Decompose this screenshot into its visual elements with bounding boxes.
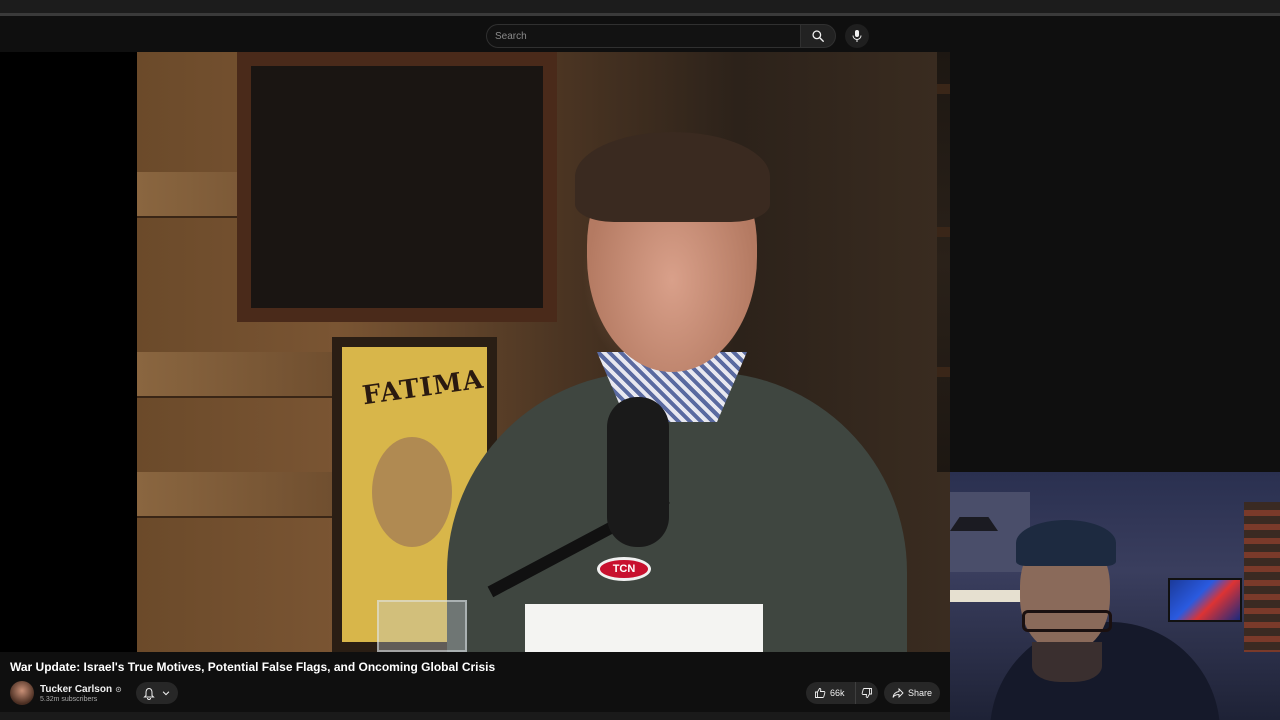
microphone-icon — [852, 30, 862, 42]
channel-row: Tucker Carlson ⊙ 5.32m subscribers — [10, 680, 178, 706]
thumbs-down-icon — [861, 688, 872, 698]
notifications-button[interactable] — [135, 682, 178, 704]
dislike-button[interactable] — [856, 682, 878, 704]
webcam-person-beard — [1032, 642, 1102, 682]
bottom-strip — [0, 712, 950, 720]
browser-top-strip — [0, 0, 1280, 16]
water-glass — [377, 600, 467, 652]
voice-search-button[interactable] — [845, 24, 869, 48]
search-bar — [486, 24, 836, 48]
webcam-person-body — [990, 622, 1220, 720]
share-button[interactable]: Share — [884, 682, 940, 704]
webcam-person-cap — [1016, 520, 1116, 566]
wall-plank — [137, 472, 347, 518]
paper-sheet — [525, 604, 763, 652]
webcam-tv — [1168, 578, 1242, 622]
share-icon — [892, 687, 904, 699]
video-frame: FATIMA TCN — [137, 52, 950, 652]
like-count: 66k — [830, 688, 845, 698]
subscriber-count: 5.32m subscribers — [40, 695, 98, 703]
verified-check-icon: ⊙ — [115, 684, 122, 694]
like-button[interactable]: 66k — [806, 682, 856, 704]
thumbs-up-icon — [815, 688, 826, 698]
host-hair — [575, 132, 770, 222]
webcam-person-glasses — [1022, 610, 1112, 632]
bookshelf-board — [937, 84, 950, 94]
search-button[interactable] — [800, 24, 836, 48]
webcam-bookshelf — [1244, 502, 1280, 652]
webcam-overlay — [950, 472, 1280, 720]
wall-plank — [137, 352, 347, 398]
search-input[interactable] — [495, 30, 800, 42]
bell-icon — [143, 687, 155, 700]
search-icon — [812, 30, 824, 42]
share-label: Share — [908, 688, 933, 698]
channel-avatar[interactable] — [10, 681, 34, 705]
like-dislike-group: 66k — [806, 682, 878, 704]
channel-name[interactable]: Tucker Carlson — [40, 684, 112, 695]
tcn-logo-badge: TCN — [597, 557, 651, 581]
video-title: War Update: Israel's True Motives, Poten… — [10, 660, 496, 674]
channel-meta: Tucker Carlson ⊙ 5.32m subscribers — [40, 684, 122, 703]
chevron-down-icon — [162, 691, 170, 696]
studio-microphone — [607, 397, 669, 547]
search-field[interactable] — [486, 24, 800, 48]
video-player[interactable]: FATIMA TCN — [0, 52, 950, 652]
channel-name-row[interactable]: Tucker Carlson ⊙ — [40, 684, 122, 695]
